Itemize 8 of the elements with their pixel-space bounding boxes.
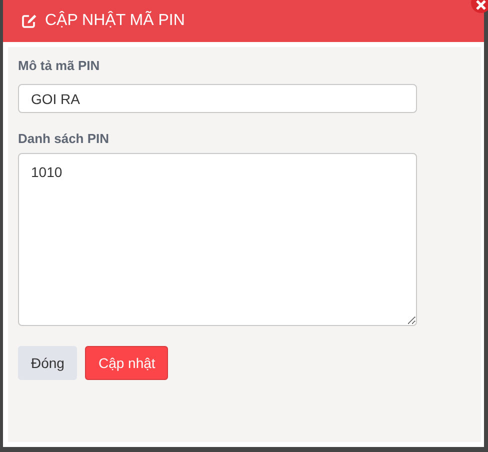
close-icon[interactable] (470, 0, 488, 14)
field-label: Mô tả mã PIN (18, 58, 101, 73)
input-field[interactable]: GOI RA (18, 84, 417, 113)
dialog-title: CẬP NHẬT MÃ PIN (45, 12, 185, 30)
edit-icon (22, 14, 37, 28)
textarea-field[interactable]: 1010 (18, 153, 417, 326)
field-label: Danh sách PIN (18, 131, 110, 146)
close-button[interactable]: Đóng (18, 346, 78, 380)
